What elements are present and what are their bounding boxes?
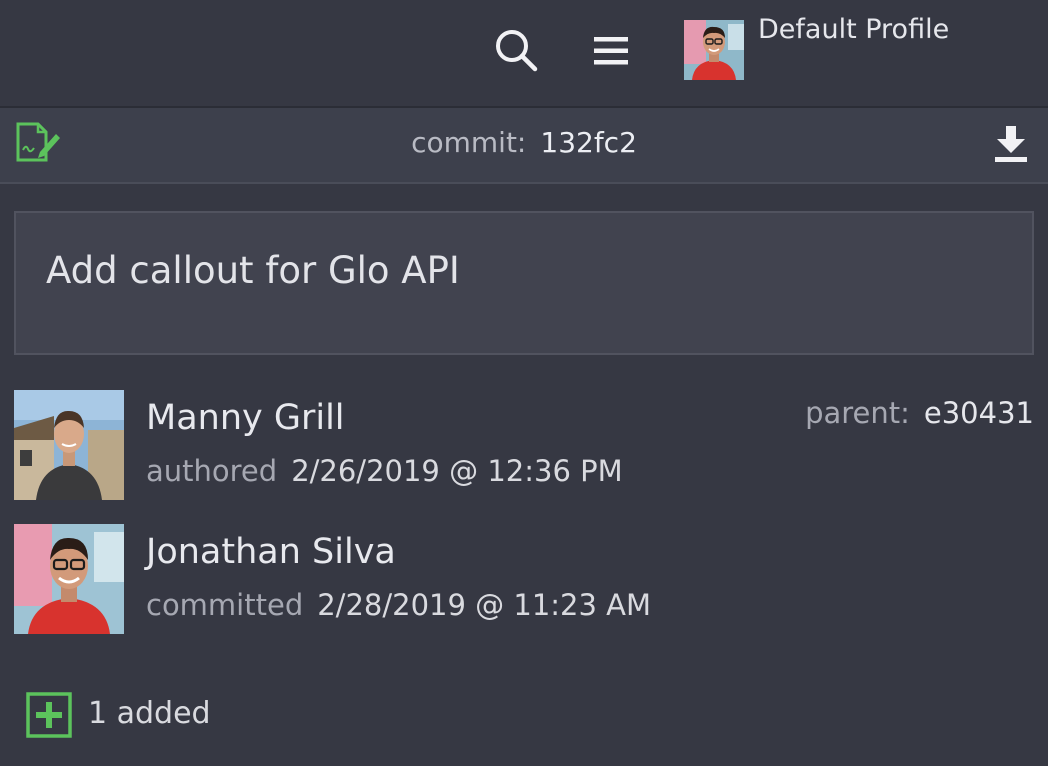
parent-sha[interactable]: e30431 bbox=[924, 396, 1034, 430]
committer-name: Jonathan Silva bbox=[146, 532, 396, 572]
files-added-count: 1 added bbox=[88, 696, 211, 731]
menu-button[interactable] bbox=[588, 30, 634, 72]
plus-square-icon bbox=[26, 692, 72, 738]
commit-message-box: Add callout for Glo API bbox=[14, 211, 1034, 355]
committed-label: committed bbox=[146, 588, 304, 622]
author-name: Manny Grill bbox=[146, 398, 345, 438]
files-added-summary[interactable]: 1 added bbox=[26, 692, 426, 740]
commit-sha[interactable]: 132fc2 bbox=[540, 126, 637, 159]
commit-id: commit: 132fc2 bbox=[0, 126, 1048, 159]
download-button[interactable] bbox=[992, 124, 1030, 166]
authored-label: authored bbox=[146, 454, 278, 488]
committed-date: 2/28/2019 @ 11:23 AM bbox=[317, 588, 652, 622]
commit-bar: commit: 132fc2 bbox=[0, 108, 1048, 184]
top-bar: Default Profile bbox=[0, 0, 1048, 106]
authored-date: 2/26/2019 @ 12:36 PM bbox=[291, 454, 623, 488]
commit-message: Add callout for Glo API bbox=[46, 249, 460, 292]
profile-avatar[interactable] bbox=[684, 20, 744, 80]
search-button[interactable] bbox=[492, 26, 540, 74]
download-icon bbox=[995, 126, 1027, 162]
committer-meta: committed 2/28/2019 @ 11:23 AM bbox=[146, 588, 651, 622]
committer-avatar[interactable] bbox=[14, 524, 124, 634]
avatar-jonathan-icon bbox=[684, 20, 744, 80]
committer-row: Jonathan Silva committed 2/28/2019 @ 11:2… bbox=[14, 524, 1038, 636]
author-avatar[interactable] bbox=[14, 390, 124, 500]
profile-name[interactable]: Default Profile bbox=[758, 14, 949, 45]
author-meta: authored 2/26/2019 @ 12:36 PM bbox=[146, 454, 623, 488]
commit-label: commit: bbox=[411, 126, 527, 159]
hamburger-menu-icon bbox=[594, 37, 628, 65]
avatar-jonathan-icon bbox=[14, 524, 124, 634]
parent-commit: parent: e30431 bbox=[805, 396, 1034, 430]
avatar-manny-icon bbox=[14, 390, 124, 500]
parent-label: parent: bbox=[805, 396, 910, 430]
search-icon bbox=[496, 30, 538, 72]
